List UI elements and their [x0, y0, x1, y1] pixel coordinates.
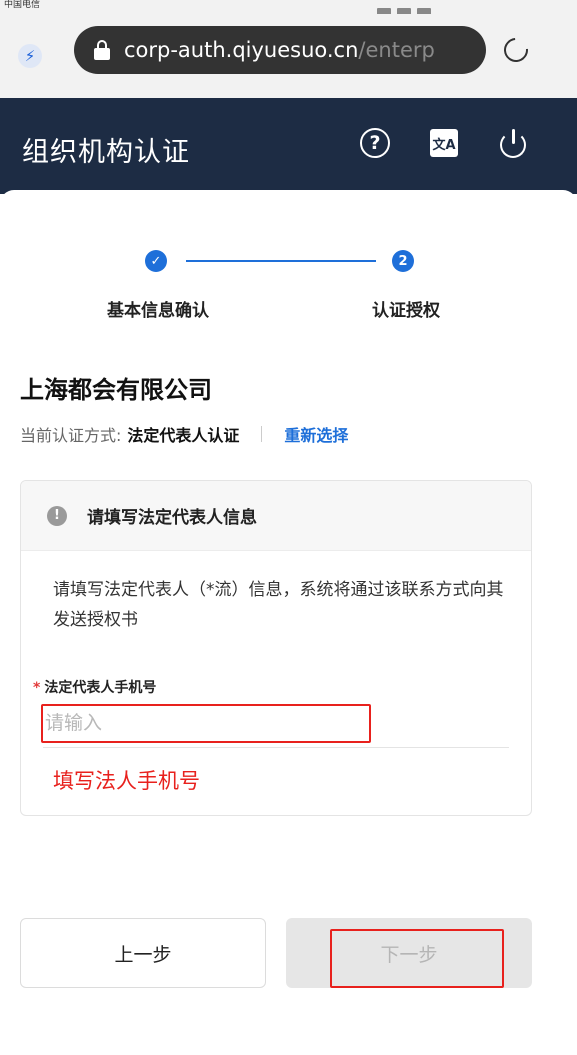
- status-icons: [377, 0, 447, 15]
- page-title: 组织机构认证: [22, 137, 190, 168]
- help-icon[interactable]: ?: [360, 128, 390, 158]
- browser-toolbar: ⚡ corp-auth.qiyuesuo.cn/enterp: [0, 14, 577, 98]
- translate-icon[interactable]: 文A: [430, 129, 458, 157]
- status-bar: 中国电信: [0, 0, 577, 15]
- step-2-indicator: 2: [392, 250, 414, 272]
- phone-label-text: 法定代表人手机号: [44, 680, 157, 696]
- step-2-label: 认证授权: [372, 301, 440, 321]
- app-header: 组织机构认证 ? 文A: [0, 98, 577, 194]
- url-bar[interactable]: corp-auth.qiyuesuo.cn/enterp: [74, 26, 486, 74]
- auth-method-value: 法定代表人认证: [127, 426, 240, 445]
- phone-input[interactable]: [43, 705, 369, 741]
- info-icon: !: [47, 505, 67, 526]
- legal-rep-form-card: ! 请填写法定代表人信息 请填写法定代表人（*流）信息，系统将通过该联系方式向其…: [20, 480, 532, 816]
- form-card-title: 请填写法定代表人信息: [87, 508, 257, 528]
- reselect-link[interactable]: 重新选择: [284, 422, 348, 446]
- phone-annotation: 填写法人手机号: [53, 769, 200, 793]
- main-sheet: ✓ 2 基本信息确认 认证授权 上海都会有限公司 当前认证方式: 法定代表人认证…: [0, 190, 577, 1055]
- lock-icon: [94, 40, 110, 60]
- auth-method-label: 当前认证方式:: [20, 426, 122, 445]
- url-host: corp-auth.qiyuesuo.cn: [124, 38, 359, 62]
- reload-icon[interactable]: [499, 33, 533, 67]
- step-1-check-icon: ✓: [145, 250, 167, 272]
- company-name: 上海都会有限公司: [20, 376, 212, 404]
- divider: [261, 426, 263, 442]
- field-underline: [43, 747, 509, 748]
- form-description: 请填写法定代表人（*流）信息，系统将通过该联系方式向其发送授权书: [53, 580, 504, 630]
- url-path: /enterp: [358, 38, 435, 62]
- power-icon[interactable]: [498, 128, 528, 158]
- bolt-icon[interactable]: ⚡: [18, 44, 42, 68]
- phone-field-label: * 法定代表人手机号: [33, 677, 156, 697]
- required-mark: *: [33, 680, 41, 696]
- form-card-header: ! 请填写法定代表人信息: [21, 481, 531, 551]
- auth-method-row: 当前认证方式: 法定代表人认证 重新选择: [20, 422, 348, 446]
- next-step-button[interactable]: 下一步: [286, 918, 532, 988]
- step-1-label: 基本信息确认: [107, 301, 209, 321]
- step-connector: [186, 260, 376, 262]
- carrier-label: 中国电信: [4, 0, 41, 10]
- prev-step-button[interactable]: 上一步: [20, 918, 266, 988]
